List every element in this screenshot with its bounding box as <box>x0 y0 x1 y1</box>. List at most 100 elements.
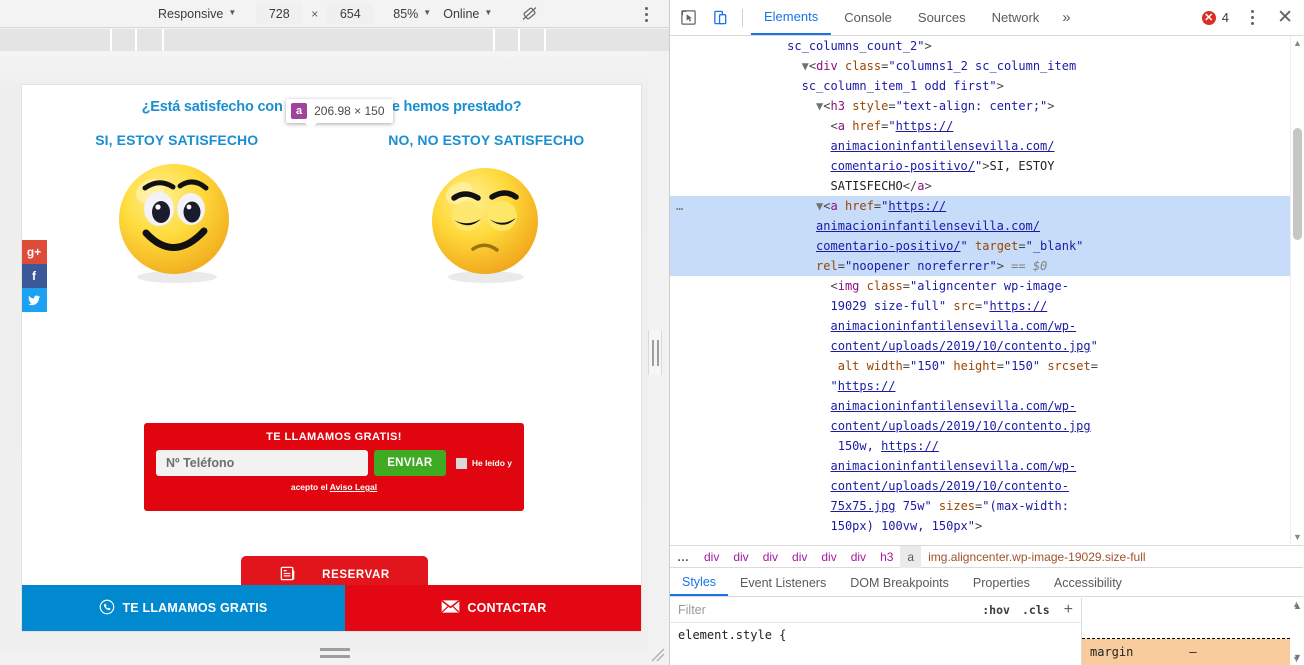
breadcrumb-item[interactable]: div <box>844 546 873 568</box>
dom-token-attrlink[interactable]: https:// <box>881 436 939 456</box>
dom-node[interactable]: 150w, https:// <box>670 436 1303 456</box>
dom-node[interactable]: content/uploads/2019/10/contento- <box>670 476 1303 496</box>
sad-smiley-icon[interactable] <box>332 154 642 294</box>
viewport-height-resize-handle[interactable] <box>312 646 358 660</box>
dom-node[interactable]: ▼ < div class = "columns1_2 sc_column_item <box>670 56 1303 76</box>
new-style-rule-button[interactable]: + <box>1056 601 1081 619</box>
subtab-event-listeners[interactable]: Event Listeners <box>728 569 838 596</box>
dom-node[interactable]: sc_column_item_1 odd first" > <box>670 76 1303 96</box>
box-model-margin-value[interactable]: – <box>1189 645 1196 659</box>
dom-node-selected[interactable]: animacioninfantilensevilla.com/ <box>670 216 1303 236</box>
scroll-down-icon[interactable]: ▼ <box>1293 652 1302 662</box>
box-model-scrollbar[interactable]: ▲ ▼ <box>1290 598 1303 665</box>
breadcrumb-item[interactable]: div <box>756 546 785 568</box>
dom-node[interactable]: animacioninfantilensevilla.com/ <box>670 136 1303 156</box>
dom-node-selected[interactable]: comentario-positivo/" target = "_blank" <box>670 236 1303 256</box>
tab-sources[interactable]: Sources <box>905 0 979 35</box>
answer-heading-yes[interactable]: SI, ESTOY SATISFECHO <box>22 131 332 150</box>
devtools-menu-icon[interactable] <box>1243 7 1261 29</box>
device-select[interactable]: Responsive ▼ <box>152 3 242 25</box>
tab-console[interactable]: Console <box>831 0 905 35</box>
inspect-element-icon[interactable] <box>674 4 702 32</box>
dom-token-attrlink[interactable]: content/uploads/2019/10/contento- <box>831 476 1069 496</box>
cta-contact-button[interactable]: CONTACTAR <box>344 585 641 631</box>
device-toolbar-menu-icon[interactable] <box>636 3 656 25</box>
force-state-button[interactable]: :hov <box>976 603 1016 617</box>
element-classes-button[interactable]: .cls <box>1016 603 1056 617</box>
breadcrumb-item[interactable]: h3 <box>873 546 900 568</box>
dom-node[interactable]: SATISFECHO </a > <box>670 176 1303 196</box>
subtab-dom-breakpoints[interactable]: DOM Breakpoints <box>838 569 961 596</box>
subtab-properties[interactable]: Properties <box>961 569 1042 596</box>
twitter-icon[interactable] <box>22 288 47 312</box>
dom-tree[interactable]: sc_columns_count_2" > ▼ < div class = "column… <box>670 36 1303 544</box>
dom-node[interactable]: < img class = "aligncenter wp-image- <box>670 276 1303 296</box>
dom-node[interactable]: 150px) 100vw, 150px" > <box>670 516 1303 536</box>
dom-token-attrlink[interactable]: animacioninfantilensevilla.com/wp- <box>831 456 1077 476</box>
dom-token-attrlink[interactable]: animacioninfantilensevilla.com/wp- <box>831 396 1077 416</box>
dom-token-attrlink[interactable]: animacioninfantilensevilla.com/wp- <box>831 316 1077 336</box>
scroll-down-icon[interactable]: ▼ <box>1293 532 1302 542</box>
phone-input[interactable] <box>156 450 368 476</box>
breadcrumb-item[interactable]: div <box>726 546 755 568</box>
happy-smiley-icon[interactable] <box>22 154 332 294</box>
breadcrumb[interactable]: … div div div div div div h3 a img.aligncenter.wp… <box>670 545 1303 568</box>
breadcrumb-item[interactable]: img.aligncenter.wp-image-19029.size-full <box>921 546 1152 568</box>
tab-elements[interactable]: Elements <box>751 0 832 35</box>
dom-node[interactable]: " https:// <box>670 376 1303 396</box>
dom-node[interactable]: < a href = " https:// <box>670 116 1303 136</box>
dom-token-attrlink[interactable]: animacioninfantilensevilla.com/ <box>816 216 1040 236</box>
dom-token-attrlink[interactable]: content/uploads/2019/10/contento.jpg <box>831 416 1091 436</box>
viewport-corner-resize-handle[interactable] <box>651 648 665 662</box>
send-button[interactable]: ENVIAR <box>373 450 446 476</box>
breadcrumb-item[interactable]: div <box>785 546 814 568</box>
cta-call-free-button[interactable]: TE LLAMAMOS GRATIS <box>22 585 345 631</box>
dom-node[interactable]: animacioninfantilensevilla.com/wp- <box>670 396 1303 416</box>
dom-token-attrlink[interactable]: comentario-positivo/ <box>816 236 961 256</box>
dom-node[interactable]: ▼ < h3 style = "text-align: center;" > <box>670 96 1303 116</box>
subtab-accessibility[interactable]: Accessibility <box>1042 569 1134 596</box>
page-viewport[interactable]: ¿Está satisfecho con el servicio que le … <box>0 52 648 652</box>
dom-node[interactable]: animacioninfantilensevilla.com/wp- <box>670 456 1303 476</box>
dom-token-attrlink[interactable]: animacioninfantilensevilla.com/ <box>831 136 1055 156</box>
dom-token-attrlink[interactable]: comentario-positivo/ <box>831 156 976 176</box>
more-tabs-icon[interactable]: » <box>1052 9 1080 26</box>
legal-notice-link[interactable]: Aviso Legal <box>330 482 377 492</box>
dom-node[interactable]: comentario-positivo/" > SI, ESTOY <box>670 156 1303 176</box>
scroll-up-icon[interactable]: ▲ <box>1293 601 1302 611</box>
subtab-styles[interactable]: Styles <box>670 569 729 596</box>
breadcrumb-item[interactable]: … <box>670 546 697 568</box>
dom-token-attrlink[interactable]: https:// <box>896 116 954 136</box>
breadcrumb-item[interactable]: div <box>814 546 843 568</box>
box-model-margin-row[interactable]: margin – <box>1082 639 1290 665</box>
dom-node[interactable]: alt width = "150" height = "150" srcset = <box>670 356 1303 376</box>
dom-node-selected[interactable]: … ▼ < a href = " https:// <box>670 196 1303 216</box>
throttle-select[interactable]: Online ▼ <box>437 3 498 25</box>
google-plus-icon[interactable]: g+ <box>22 240 47 264</box>
tab-network[interactable]: Network <box>979 0 1053 35</box>
dom-token-attrlink[interactable]: https:// <box>989 296 1047 316</box>
error-count-badge[interactable]: ✕ 4 <box>1201 10 1229 25</box>
device-width-input[interactable]: 728 <box>256 3 303 24</box>
facebook-icon[interactable]: f <box>22 264 47 288</box>
close-icon[interactable]: ✕ <box>1277 8 1293 27</box>
dom-node[interactable]: 75x75.jpg 75w" sizes = "(max-width: <box>670 496 1303 516</box>
scroll-up-icon[interactable]: ▲ <box>1293 38 1302 48</box>
dom-tree-scrollbar[interactable]: ▲ ▼ <box>1290 36 1303 544</box>
dom-node-selected[interactable]: rel = "noopener noreferrer" > == $0 <box>670 256 1303 276</box>
legal-consent-checkbox[interactable] <box>455 457 467 469</box>
styles-filter-input[interactable] <box>670 598 977 622</box>
dom-token-attrlink[interactable]: https:// <box>838 376 896 396</box>
dom-token-attrlink[interactable]: 75x75.jpg <box>831 496 896 516</box>
scrollbar-thumb[interactable] <box>1293 128 1302 240</box>
dom-node[interactable]: content/uploads/2019/10/contento.jpg <box>670 416 1303 436</box>
element-style-rule[interactable]: element.style { <box>670 623 1081 642</box>
dom-token-attrlink[interactable]: https:// <box>888 196 946 216</box>
dom-node[interactable]: content/uploads/2019/10/contento.jpg " <box>670 336 1303 356</box>
breadcrumb-item[interactable]: div <box>697 546 726 568</box>
answer-heading-no[interactable]: NO, NO ESTOY SATISFECHO <box>332 131 642 150</box>
breadcrumb-item[interactable]: a <box>900 545 922 568</box>
dom-node[interactable]: sc_columns_count_2" > <box>670 36 1303 56</box>
viewport-width-resize-handle[interactable] <box>648 330 662 375</box>
rotate-icon[interactable] <box>516 3 542 25</box>
